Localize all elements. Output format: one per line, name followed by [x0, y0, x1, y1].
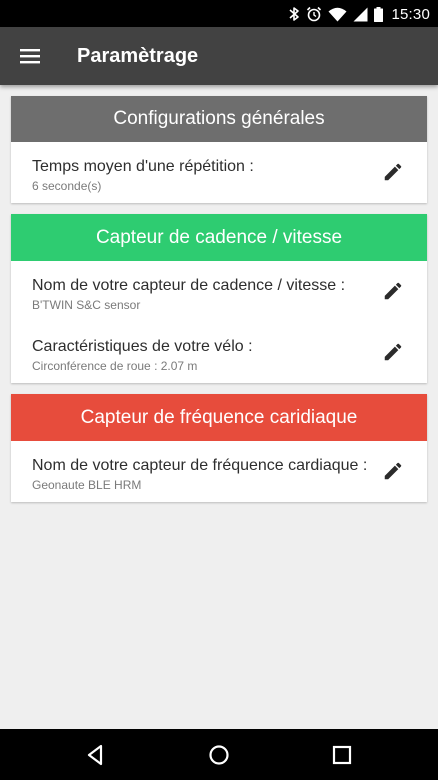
alarm-icon — [306, 6, 322, 22]
page-title: Paramètrage — [77, 45, 199, 67]
recent-apps-icon[interactable] — [329, 742, 355, 768]
setting-value: Geonaute BLE HRM — [32, 478, 142, 492]
setting-row-heart-rate-sensor-name[interactable]: Nom de votre capteur de fréquence cardia… — [11, 441, 427, 502]
section-heart-rate-sensor: Capteur de fréquence caridiaque Nom de v… — [11, 394, 427, 502]
cell-signal-icon — [353, 7, 368, 22]
setting-label: Temps moyen d'une répétition : — [32, 158, 254, 175]
status-time: 15:30 — [391, 5, 430, 23]
section-header-cadence: Capteur de cadence / vitesse — [11, 214, 427, 261]
back-icon[interactable] — [83, 742, 109, 768]
setting-label: Nom de votre capteur de fréquence cardia… — [32, 457, 368, 474]
menu-button[interactable] — [14, 40, 46, 72]
navigation-bar — [0, 729, 438, 780]
status-bar: 15:30 — [0, 0, 438, 27]
setting-value: 6 seconde(s) — [32, 179, 102, 193]
section-header-general: Configurations générales — [11, 96, 427, 142]
setting-row-cadence-sensor-name[interactable]: Nom de votre capteur de cadence / vitess… — [11, 261, 427, 322]
wifi-icon — [328, 7, 347, 22]
setting-value: Circonférence de roue : 2.07 m — [32, 359, 198, 373]
section-general: Configurations générales Temps moyen d'u… — [11, 96, 427, 203]
bluetooth-icon — [288, 6, 300, 22]
battery-icon — [374, 6, 384, 22]
settings-list: Configurations générales Temps moyen d'u… — [11, 96, 427, 513]
setting-label: Nom de votre capteur de cadence / vitess… — [32, 277, 346, 294]
section-cadence-sensor: Capteur de cadence / vitesse Nom de votr… — [11, 214, 427, 383]
setting-value: B'TWIN S&C sensor — [32, 298, 141, 312]
setting-row-repetition-time[interactable]: Temps moyen d'une répétition : 6 seconde… — [11, 142, 427, 203]
status-icons: 15:30 — [288, 4, 430, 24]
home-icon[interactable] — [206, 742, 232, 768]
edit-pencil-icon[interactable] — [382, 341, 404, 363]
section-header-heart-rate: Capteur de fréquence caridiaque — [11, 394, 427, 441]
hamburger-menu-icon — [20, 49, 40, 64]
setting-label: Caractéristiques de votre vélo : — [32, 338, 253, 355]
edit-pencil-icon[interactable] — [382, 460, 404, 482]
edit-pencil-icon[interactable] — [382, 280, 404, 302]
setting-row-bike-characteristics[interactable]: Caractéristiques de votre vélo : Circonf… — [11, 322, 427, 383]
app-bar: Paramètrage — [0, 27, 438, 85]
edit-pencil-icon[interactable] — [382, 161, 404, 183]
